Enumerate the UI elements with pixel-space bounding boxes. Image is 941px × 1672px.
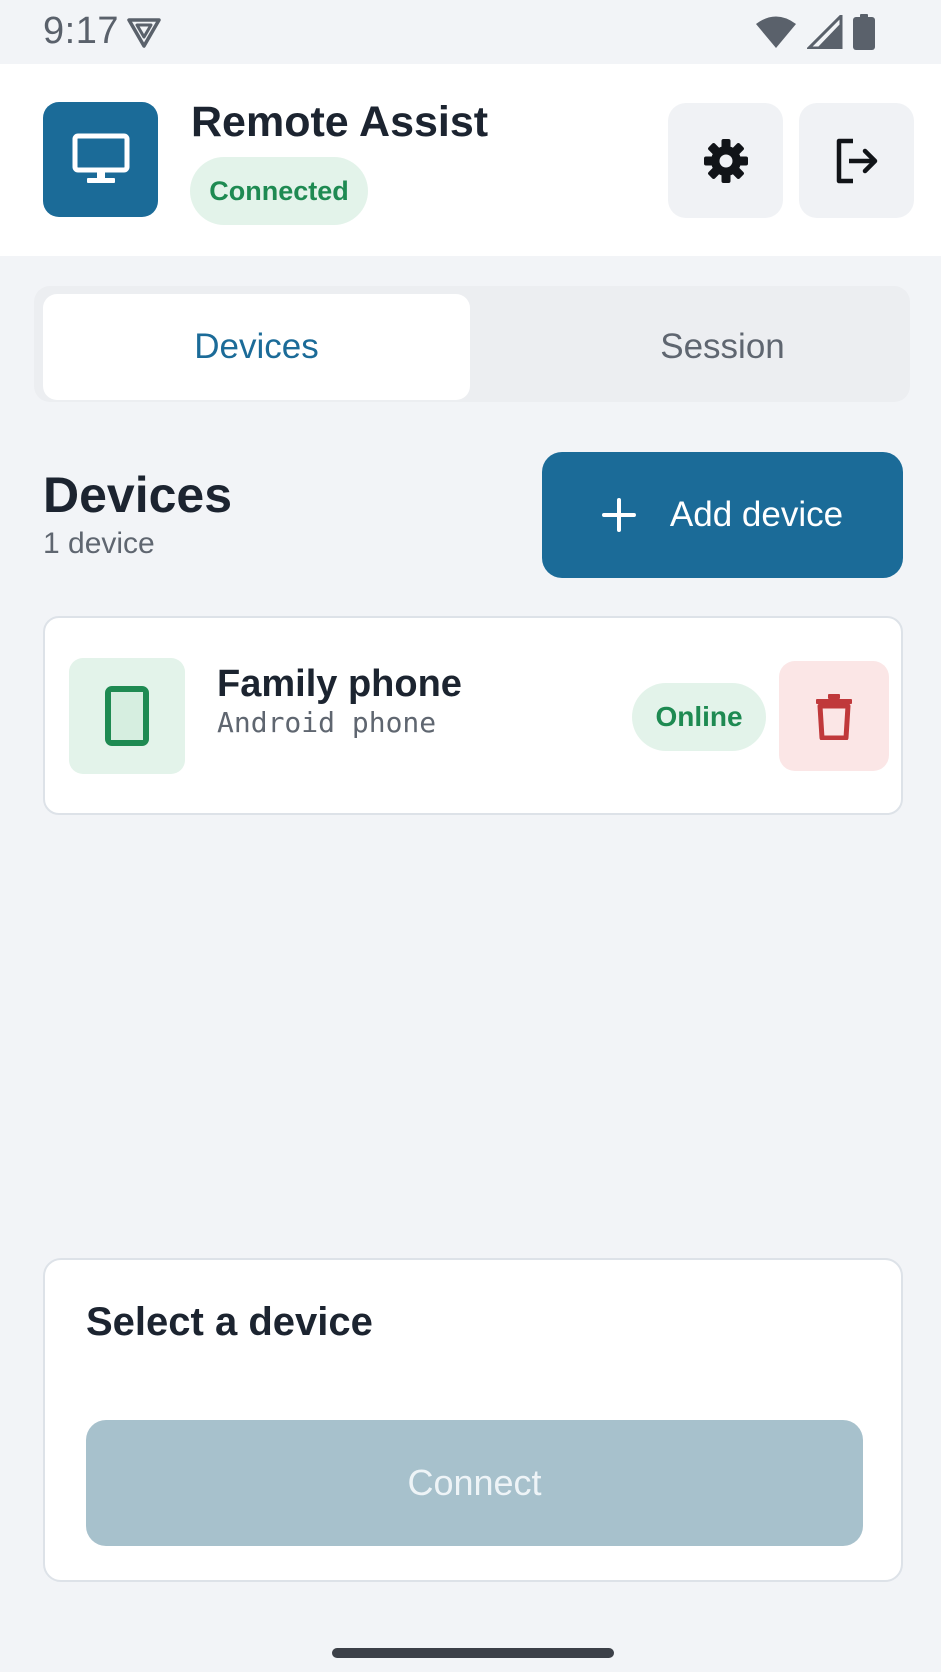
logout-icon	[836, 138, 877, 183]
status-icons	[755, 14, 875, 50]
wifi-icon	[756, 16, 796, 48]
device-type: Android phone	[217, 706, 437, 739]
device-count: 1 device	[43, 527, 155, 560]
app-logo	[43, 102, 158, 217]
battery-icon	[853, 14, 875, 50]
vpn-shield-icon	[127, 18, 161, 48]
plus-icon	[601, 498, 636, 532]
trash-icon	[816, 694, 852, 740]
device-name: Family phone	[217, 663, 462, 705]
connect-button[interactable]: Connect	[86, 1420, 863, 1546]
app-screen: 9:17 Remote Assist Connected Devices Ses…	[0, 0, 941, 1672]
add-device-label: Add device	[669, 495, 844, 534]
tab-bar: Devices Session	[34, 286, 910, 402]
logout-button[interactable]	[799, 103, 914, 218]
gear-icon	[703, 138, 748, 183]
connect-panel-title: Select a device	[86, 1300, 373, 1344]
app-title: Remote Assist	[191, 98, 489, 146]
connect-panel: Select a device Connect	[43, 1258, 903, 1582]
add-device-button[interactable]: Add device	[542, 452, 903, 578]
app-header: Remote Assist Connected	[0, 64, 941, 256]
monitor-icon	[72, 133, 129, 183]
device-status-badge: Online	[632, 683, 766, 751]
gesture-nav-handle[interactable]	[332, 1648, 614, 1658]
status-bar: 9:17	[0, 0, 941, 64]
phone-icon	[105, 686, 149, 746]
tab-devices[interactable]: Devices	[43, 294, 470, 400]
device-icon-box	[69, 658, 185, 774]
connection-status-badge: Connected	[190, 157, 368, 225]
cell-signal-icon	[807, 15, 843, 49]
tab-session[interactable]: Session	[509, 294, 936, 400]
status-time: 9:17	[43, 10, 119, 52]
settings-button[interactable]	[668, 103, 783, 218]
section-title: Devices	[43, 467, 233, 523]
device-card[interactable]: Family phone Android phone Online	[43, 616, 903, 815]
delete-device-button[interactable]	[779, 661, 889, 771]
